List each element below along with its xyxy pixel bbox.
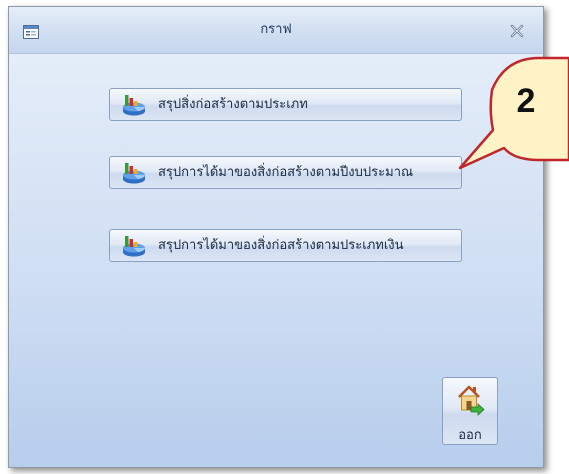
summary-by-money-type-button[interactable]: สรุปการได้มาของสิ่งก่อสร้างตามประเภทเงิน (109, 229, 462, 262)
home-exit-icon (457, 384, 485, 416)
chart-3d-icon (121, 234, 147, 258)
summary-by-type-button[interactable]: สรุปสิ่งก่อสร้างตามประเภท (109, 88, 462, 121)
menu-item-label: สรุปการได้มาของสิ่งก่อสร้างตามปีงบประมาณ (158, 165, 414, 180)
window-body: สรุปสิ่งก่อสร้างตามประเภท สรุปการได้มาขอ… (9, 54, 543, 467)
exit-button[interactable]: ออก (442, 377, 498, 445)
summary-by-fiscal-year-button[interactable]: สรุปการได้มาของสิ่งก่อสร้างตามปีงบประมาณ (109, 156, 462, 189)
chart-3d-icon (121, 161, 147, 185)
callout-number: 2 (516, 82, 536, 120)
menu-item-label: สรุปการได้มาของสิ่งก่อสร้างตามประเภทเงิน (158, 238, 404, 253)
title-bar[interactable]: กราฟ (9, 7, 543, 54)
menu-item-label: สรุปสิ่งก่อสร้างตามประเภท (158, 97, 308, 112)
close-x-icon[interactable] (509, 23, 525, 38)
exit-label: ออก (458, 428, 482, 443)
chart-window: กราฟ สรุปสิ่งก่อสร้างตามประเภท สรุปการได… (8, 6, 544, 468)
chart-3d-icon (121, 93, 147, 117)
window-title: กราฟ (260, 22, 292, 37)
